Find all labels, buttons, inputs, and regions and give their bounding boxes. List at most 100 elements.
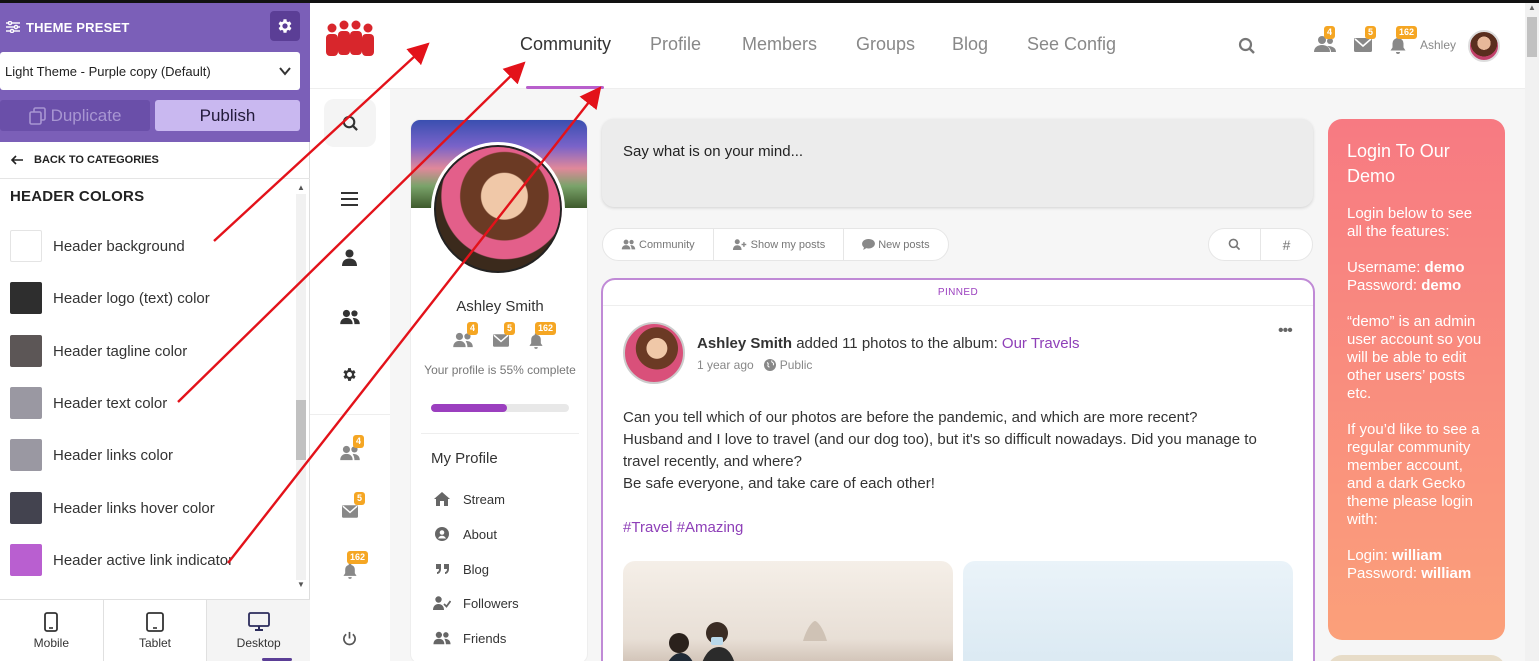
post-time[interactable]: 1 year ago — [697, 358, 754, 372]
feed-hashtag-button[interactable]: # — [1261, 229, 1312, 260]
theme-preset-select[interactable]: Light Theme - Purple copy (Default) — [0, 52, 300, 90]
color-row-header-active-link-indicator[interactable]: Header active link indicator — [10, 544, 233, 576]
device-desktop-button[interactable]: Desktop — [207, 600, 311, 661]
admin-note: “demo” is an admin user account so you w… — [1347, 313, 1482, 402]
menu-icon[interactable] — [341, 192, 358, 206]
desktop-icon — [247, 611, 270, 631]
back-to-categories-link[interactable]: BACK TO CATEGORIES — [10, 150, 159, 170]
post-action: added 11 photos to the album: — [796, 335, 998, 352]
scrollbar-track[interactable] — [296, 194, 306, 580]
color-swatch[interactable] — [10, 230, 42, 262]
site-header: Community Profile Members Groups Blog Se… — [310, 0, 1525, 89]
color-row-header-background[interactable]: Header background — [10, 230, 185, 262]
color-row-header-logo-color[interactable]: Header logo (text) color — [10, 282, 210, 314]
profile-link-about[interactable]: About — [433, 524, 497, 544]
settings-button[interactable] — [270, 11, 300, 41]
device-label: Tablet — [138, 635, 172, 650]
publish-button[interactable]: Publish — [155, 100, 300, 131]
post-photo-2[interactable] — [963, 561, 1293, 661]
sidebar-messages-button[interactable]: 5 — [342, 492, 366, 523]
color-row-header-tagline-color[interactable]: Header tagline color — [10, 335, 187, 367]
color-row-header-links-color[interactable]: Header links color — [10, 439, 173, 471]
post-photo-1[interactable] — [623, 561, 953, 661]
post-options-icon[interactable]: ••• — [1278, 322, 1293, 340]
color-swatch[interactable] — [10, 492, 42, 524]
color-row-header-links-hover-color[interactable]: Header links hover color — [10, 492, 215, 524]
users-icon[interactable] — [340, 309, 360, 325]
color-swatch[interactable] — [10, 439, 42, 471]
color-swatch[interactable] — [10, 387, 42, 419]
user-plus-icon — [732, 239, 746, 250]
theme-preset-label: THEME PRESET — [26, 19, 130, 35]
post-hashtags[interactable]: #Travel #Amazing — [623, 519, 743, 536]
header-username[interactable]: Ashley — [1420, 38, 1456, 52]
tab-community[interactable]: Community — [603, 228, 714, 261]
scroll-down-arrow[interactable]: ▼ — [297, 580, 305, 589]
community-logo-icon — [326, 20, 374, 56]
profile-link-label: Followers — [463, 595, 519, 611]
post-author-avatar[interactable] — [623, 322, 685, 384]
color-row-header-text-color[interactable]: Header text color — [10, 387, 167, 419]
scroll-up-arrow[interactable]: ▲ — [297, 183, 305, 192]
device-mobile-button[interactable]: Mobile — [0, 600, 104, 661]
notifications-badge: 162 — [347, 551, 369, 564]
profile-avatar[interactable] — [431, 142, 565, 276]
sidebar-friends-button[interactable]: 4 — [340, 435, 365, 466]
profile-link-label: Blog — [463, 561, 490, 577]
nav-blog[interactable]: Blog — [952, 34, 988, 55]
nav-members[interactable]: Members — [742, 34, 817, 55]
arrow-left-icon — [10, 155, 23, 165]
bell-icon[interactable] — [529, 333, 543, 349]
page-scrollbar[interactable]: ▲ — [1525, 0, 1539, 661]
profile-link-followers[interactable]: Followers — [433, 593, 519, 613]
profile-link-stream[interactable]: Stream — [433, 489, 505, 509]
my-profile-heading: My Profile — [431, 450, 498, 467]
scrollbar-thumb[interactable] — [296, 400, 306, 460]
power-icon[interactable] — [342, 631, 357, 646]
nav-groups[interactable]: Groups — [856, 34, 915, 55]
color-swatch[interactable] — [10, 335, 42, 367]
color-swatch[interactable] — [10, 282, 42, 314]
user-avatar[interactable] — [1468, 30, 1500, 62]
nav-community[interactable]: Community — [520, 34, 611, 55]
color-swatch[interactable] — [10, 544, 42, 576]
duplicate-button[interactable]: Duplicate — [0, 100, 150, 131]
profile-completion-note: Your profile is 55% complete — [424, 363, 576, 377]
sidebar-notifications-button[interactable]: 162 — [343, 551, 369, 584]
tab-new-posts[interactable]: New posts — [844, 228, 947, 261]
profile-link-friends[interactable]: Friends — [433, 628, 506, 648]
post-album-link[interactable]: Our Travels — [1002, 335, 1080, 352]
password-value: william — [1421, 565, 1472, 582]
header-messages-button[interactable]: 5 — [1354, 26, 1377, 57]
gear-icon[interactable] — [341, 366, 358, 383]
messages-badge: 5 — [354, 492, 366, 505]
header-notifications-button[interactable]: 162 — [1390, 26, 1418, 59]
post-author[interactable]: Ashley Smith — [697, 335, 792, 352]
profile-link-label: About — [463, 526, 497, 542]
profile-name[interactable]: Ashley Smith — [411, 298, 587, 315]
tab-show-my-posts[interactable]: Show my posts — [714, 228, 845, 261]
profile-link-blog[interactable]: Blog — [433, 559, 489, 579]
panel-scrollbar[interactable]: ▲ ▼ — [294, 182, 308, 592]
scroll-up-arrow[interactable]: ▲ — [1528, 3, 1536, 12]
user-icon[interactable] — [342, 249, 357, 266]
theme-preset-title: THEME PRESET — [6, 14, 130, 40]
device-switcher: Mobile Tablet Desktop — [0, 599, 311, 661]
color-label: Header tagline color — [53, 342, 188, 360]
color-label: Header links color — [53, 446, 174, 464]
scrollbar-thumb[interactable] — [1527, 17, 1537, 57]
search-icon[interactable] — [1238, 37, 1256, 55]
password-label: Password: — [1347, 565, 1418, 582]
header-friends-button[interactable]: 4 — [1314, 26, 1336, 59]
envelope-icon[interactable] — [493, 334, 509, 347]
post-composer[interactable]: Say what is on your mind... — [602, 119, 1313, 207]
users-icon — [433, 631, 451, 645]
customizer-header: THEME PRESET Light Theme - Purple copy (… — [0, 0, 310, 142]
sidebar-search-button[interactable] — [324, 99, 376, 147]
tablet-icon — [146, 611, 164, 632]
nav-see-config[interactable]: See Config — [1027, 34, 1116, 55]
tab-label: Community — [639, 238, 695, 251]
nav-profile[interactable]: Profile — [650, 34, 701, 55]
feed-search-button[interactable] — [1209, 229, 1261, 260]
device-tablet-button[interactable]: Tablet — [104, 600, 208, 661]
